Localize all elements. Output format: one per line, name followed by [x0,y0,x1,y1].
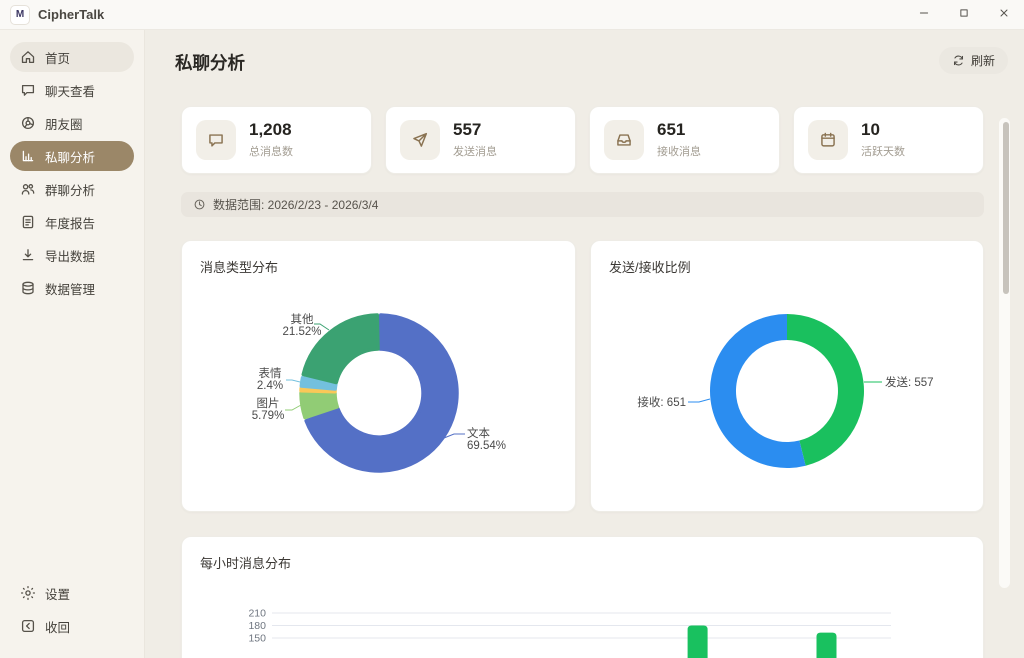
sidebar-item-label: 群聊分析 [45,180,95,199]
refresh-label: 刷新 [971,52,995,69]
inbox-icon [604,120,644,160]
sidebar-item-export-data[interactable]: 导出数据 [10,240,134,270]
maximize-button[interactable] [944,0,984,29]
stat-label: 活跃天数 [861,143,905,159]
stat-label: 发送消息 [453,143,497,159]
app-window: M CipherTalk 首页聊天查看朋友圈私聊分析群聊分析年度报告导出数据数据… [0,0,1024,658]
svg-text:接收: 651: 接收: 651 [637,395,686,409]
close-button[interactable] [984,0,1024,29]
stat-text: 557 发送消息 [453,121,497,159]
stat-card-active-days: 10 活跃天数 [793,106,984,174]
calendar-icon [808,120,848,160]
stat-value: 10 [861,121,905,140]
send-icon [400,120,440,160]
svg-text:150: 150 [248,633,266,645]
app-title: CipherTalk [38,7,104,22]
sidebar-item-home[interactable]: 首页 [10,42,134,72]
app-logo-icon: M [10,5,30,25]
date-range-bar: 数据范围: 2026/2/23 - 2026/3/4 [181,192,984,217]
window-controls [904,0,1024,29]
sidebar-item-label: 朋友圈 [45,114,83,133]
svg-text:180: 180 [248,620,266,632]
sidebar-item-settings[interactable]: 设置 [10,578,134,608]
sidebar-item-moments[interactable]: 朋友圈 [10,108,134,138]
gear-icon [20,585,36,601]
stat-value: 651 [657,121,701,140]
svg-text:表情: 表情 [259,366,282,380]
main-content: 私聊分析 刷新 1,208 总消息数 557 发送消息 651 接收消息 10 活跃天数 数据… [145,30,1024,658]
stat-card-total-messages: 1,208 总消息数 [181,106,372,174]
message-type-donut-chart: 文本69.54% 图片5.79% 表情2.4% 其他21.52% [182,241,577,513]
stat-card-sent-messages: 557 发送消息 [385,106,576,174]
close-icon [998,7,1010,22]
sidebar-item-group-analysis[interactable]: 群聊分析 [10,174,134,204]
chat-icon [196,120,236,160]
stat-text: 10 活跃天数 [861,121,905,159]
sidebar-item-label: 年度报告 [45,213,95,232]
scrollbar-thumb[interactable] [1003,122,1009,294]
svg-text:69.54%: 69.54% [467,440,506,452]
moments-icon [20,115,36,131]
sidebar: 首页聊天查看朋友圈私聊分析群聊分析年度报告导出数据数据管理 设置收回 [0,30,145,658]
sidebar-spacer [10,306,134,578]
report-icon [20,214,36,230]
users-icon [20,181,36,197]
minimize-button[interactable] [904,0,944,29]
sidebar-item-label: 导出数据 [45,246,95,265]
database-icon [20,280,36,296]
svg-text:21.52%: 21.52% [282,326,321,338]
refresh-button[interactable]: 刷新 [939,47,1008,74]
collapse-icon [20,618,36,634]
sidebar-item-label: 首页 [45,48,70,67]
svg-text:其他: 其他 [291,313,314,326]
stat-value: 557 [453,121,497,140]
sidebar-item-collapse[interactable]: 收回 [10,611,134,641]
sidebar-nav: 首页聊天查看朋友圈私聊分析群聊分析年度报告导出数据数据管理 [10,42,134,306]
svg-text:图片: 图片 [257,397,280,410]
maximize-icon [958,7,970,22]
send-receive-donut-chart: 发送: 557 接收: 651 [591,241,985,513]
sidebar-item-label: 收回 [45,617,70,636]
sidebar-item-label: 数据管理 [45,279,95,298]
clock-icon [193,198,206,211]
sidebar-item-private-analysis[interactable]: 私聊分析 [10,141,134,171]
home-icon [20,49,36,65]
sidebar-item-data-management[interactable]: 数据管理 [10,273,134,303]
stat-value: 1,208 [249,121,293,140]
sidebar-item-annual-report[interactable]: 年度报告 [10,207,134,237]
svg-text:2.4%: 2.4% [257,380,283,392]
svg-text:210: 210 [248,608,266,620]
sidebar-item-label: 私聊分析 [45,147,95,166]
hourly-chart-card: 每小时消息分布 210180150 [181,536,984,658]
page-title: 私聊分析 [175,50,245,75]
date-range-text: 数据范围: 2026/2/23 - 2026/3/4 [213,196,378,213]
stat-label: 总消息数 [249,143,293,159]
minimize-icon [918,7,930,22]
titlebar: M CipherTalk [0,0,1024,30]
svg-text:发送: 557: 发送: 557 [885,375,934,389]
sidebar-item-chat-view[interactable]: 聊天查看 [10,75,134,105]
chat-icon [20,82,36,98]
sidebar-item-label: 设置 [45,584,70,603]
svg-text:文本: 文本 [467,426,490,440]
message-type-chart-card: 消息类型分布 文本69.54%图片5.79%表情2.4%其他21.52% [181,240,576,512]
download-icon [20,247,36,263]
svg-text:5.79%: 5.79% [252,410,285,422]
stat-text: 651 接收消息 [657,121,701,159]
stat-card-received-messages: 651 接收消息 [589,106,780,174]
sidebar-footer: 设置收回 [10,578,134,644]
stat-text: 1,208 总消息数 [249,121,293,159]
sidebar-item-label: 聊天查看 [45,81,95,100]
chart-bars-icon [20,148,36,164]
stat-label: 接收消息 [657,143,701,159]
send-receive-chart-card: 发送/接收比例 发送: 557接收: 651 [590,240,984,512]
hourly-bar-chart: 210180150 [182,537,985,658]
refresh-icon [952,54,965,67]
